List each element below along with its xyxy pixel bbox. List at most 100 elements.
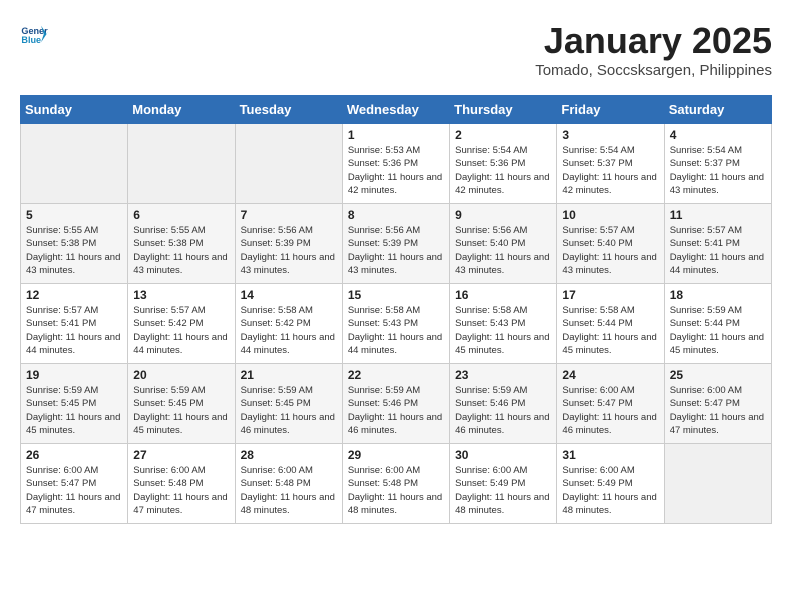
day-of-week-header: Tuesday <box>235 96 342 124</box>
day-of-week-header: Sunday <box>21 96 128 124</box>
cell-info: Sunrise: 6:00 AM Sunset: 5:48 PM Dayligh… <box>133 464 229 517</box>
day-number: 27 <box>133 448 229 462</box>
day-number: 18 <box>670 288 766 302</box>
day-number: 24 <box>562 368 658 382</box>
day-number: 13 <box>133 288 229 302</box>
page-header: General Blue January 2025 Tomado, Soccsk… <box>20 20 772 79</box>
calendar-cell: 14 Sunrise: 5:58 AM Sunset: 5:42 PM Dayli… <box>235 284 342 364</box>
cell-info: Sunrise: 5:59 AM Sunset: 5:45 PM Dayligh… <box>133 384 229 437</box>
cell-info: Sunrise: 5:56 AM Sunset: 5:39 PM Dayligh… <box>348 224 444 277</box>
calendar-cell: 9 Sunrise: 5:56 AM Sunset: 5:40 PM Daylig… <box>450 204 557 284</box>
cell-info: Sunrise: 5:58 AM Sunset: 5:44 PM Dayligh… <box>562 304 658 357</box>
calendar-cell: 27 Sunrise: 6:00 AM Sunset: 5:48 PM Dayli… <box>128 444 235 524</box>
calendar-cell: 29Sunrise: 6:00 AM Sunset: 5:48 PM Dayli… <box>342 444 449 524</box>
cell-info: Sunrise: 6:00 AM Sunset: 5:47 PM Dayligh… <box>26 464 122 517</box>
calendar-cell: 25 Sunrise: 6:00 AM Sunset: 5:47 PM Dayli… <box>664 364 771 444</box>
cell-info: Sunrise: 6:00 AM Sunset: 5:48 PM Dayligh… <box>241 464 337 517</box>
day-number: 22 <box>348 368 444 382</box>
day-of-week-header: Monday <box>128 96 235 124</box>
calendar-cell: 31 Sunrise: 6:00 AM Sunset: 5:49 PM Dayli… <box>557 444 664 524</box>
calendar-cell: 2 Sunrise: 5:54 AM Sunset: 5:36 PM Daylig… <box>450 124 557 204</box>
cell-info: Sunrise: 5:54 AM Sunset: 5:37 PM Dayligh… <box>670 144 766 197</box>
day-number: 25 <box>670 368 766 382</box>
calendar-cell: 8Sunrise: 5:56 AM Sunset: 5:39 PM Daylig… <box>342 204 449 284</box>
svg-text:Blue: Blue <box>21 35 41 45</box>
calendar-cell: 5Sunrise: 5:55 AM Sunset: 5:38 PM Daylig… <box>21 204 128 284</box>
calendar-cell: 7 Sunrise: 5:56 AM Sunset: 5:39 PM Daylig… <box>235 204 342 284</box>
location: Tomado, Soccsksargen, Philippines <box>535 62 772 79</box>
calendar-cell: 13 Sunrise: 5:57 AM Sunset: 5:42 PM Dayli… <box>128 284 235 364</box>
cell-info: Sunrise: 6:00 AM Sunset: 5:49 PM Dayligh… <box>562 464 658 517</box>
cell-info: Sunrise: 5:57 AM Sunset: 5:41 PM Dayligh… <box>26 304 122 357</box>
calendar-cell: 4Sunrise: 5:54 AM Sunset: 5:37 PM Daylig… <box>664 124 771 204</box>
day-number: 10 <box>562 208 658 222</box>
calendar-cell <box>664 444 771 524</box>
day-of-week-header: Friday <box>557 96 664 124</box>
calendar-cell: 22 Sunrise: 5:59 AM Sunset: 5:46 PM Dayli… <box>342 364 449 444</box>
calendar-cell: 12 Sunrise: 5:57 AM Sunset: 5:41 PM Dayli… <box>21 284 128 364</box>
cell-info: Sunrise: 5:59 AM Sunset: 5:44 PM Dayligh… <box>670 304 766 357</box>
calendar-cell: 6 Sunrise: 5:55 AM Sunset: 5:38 PM Daylig… <box>128 204 235 284</box>
day-number: 28 <box>241 448 337 462</box>
logo: General Blue <box>20 20 48 48</box>
day-number: 5 <box>26 208 122 222</box>
day-of-week-header: Wednesday <box>342 96 449 124</box>
day-number: 9 <box>455 208 551 222</box>
cell-info: Sunrise: 6:00 AM Sunset: 5:48 PM Dayligh… <box>348 464 444 517</box>
cell-info: Sunrise: 5:57 AM Sunset: 5:40 PM Dayligh… <box>562 224 658 277</box>
day-of-week-header: Saturday <box>664 96 771 124</box>
calendar-cell: 20 Sunrise: 5:59 AM Sunset: 5:45 PM Dayli… <box>128 364 235 444</box>
day-number: 7 <box>241 208 337 222</box>
cell-info: Sunrise: 5:54 AM Sunset: 5:36 PM Dayligh… <box>455 144 551 197</box>
day-number: 2 <box>455 128 551 142</box>
month-title: January 2025 <box>535 20 772 62</box>
calendar-cell: 30 Sunrise: 6:00 AM Sunset: 5:49 PM Dayli… <box>450 444 557 524</box>
day-number: 12 <box>26 288 122 302</box>
day-number: 20 <box>133 368 229 382</box>
day-number: 15 <box>348 288 444 302</box>
day-number: 14 <box>241 288 337 302</box>
cell-info: Sunrise: 5:58 AM Sunset: 5:42 PM Dayligh… <box>241 304 337 357</box>
day-number: 26 <box>26 448 122 462</box>
day-number: 30 <box>455 448 551 462</box>
day-number: 23 <box>455 368 551 382</box>
cell-info: Sunrise: 6:00 AM Sunset: 5:49 PM Dayligh… <box>455 464 551 517</box>
cell-info: Sunrise: 6:00 AM Sunset: 5:47 PM Dayligh… <box>670 384 766 437</box>
calendar-cell <box>235 124 342 204</box>
calendar-cell: 11Sunrise: 5:57 AM Sunset: 5:41 PM Dayli… <box>664 204 771 284</box>
day-number: 21 <box>241 368 337 382</box>
calendar-cell: 28 Sunrise: 6:00 AM Sunset: 5:48 PM Dayli… <box>235 444 342 524</box>
cell-info: Sunrise: 5:56 AM Sunset: 5:39 PM Dayligh… <box>241 224 337 277</box>
calendar-cell <box>21 124 128 204</box>
calendar-cell: 1 Sunrise: 5:53 AM Sunset: 5:36 PM Daylig… <box>342 124 449 204</box>
day-number: 19 <box>26 368 122 382</box>
cell-info: Sunrise: 5:55 AM Sunset: 5:38 PM Dayligh… <box>133 224 229 277</box>
cell-info: Sunrise: 5:59 AM Sunset: 5:46 PM Dayligh… <box>455 384 551 437</box>
cell-info: Sunrise: 5:57 AM Sunset: 5:41 PM Dayligh… <box>670 224 766 277</box>
cell-info: Sunrise: 5:58 AM Sunset: 5:43 PM Dayligh… <box>455 304 551 357</box>
day-number: 6 <box>133 208 229 222</box>
cell-info: Sunrise: 5:59 AM Sunset: 5:45 PM Dayligh… <box>26 384 122 437</box>
calendar-cell: 3Sunrise: 5:54 AM Sunset: 5:37 PM Daylig… <box>557 124 664 204</box>
calendar-cell <box>128 124 235 204</box>
calendar-week-row: 19 Sunrise: 5:59 AM Sunset: 5:45 PM Dayli… <box>21 364 772 444</box>
day-number: 31 <box>562 448 658 462</box>
cell-info: Sunrise: 5:59 AM Sunset: 5:46 PM Dayligh… <box>348 384 444 437</box>
calendar-week-row: 5 Sunrise: 5:55 AM Sunset: 5:38 PM Daylig… <box>21 204 772 284</box>
title-block: January 2025 Tomado, Soccsksargen, Phili… <box>535 20 772 79</box>
calendar-cell: 26 Sunrise: 6:00 AM Sunset: 5:47 PM Dayli… <box>21 444 128 524</box>
calendar-cell: 18 Sunrise: 5:59 AM Sunset: 5:44 PM Dayli… <box>664 284 771 364</box>
cell-info: Sunrise: 5:57 AM Sunset: 5:42 PM Dayligh… <box>133 304 229 357</box>
calendar-cell: 21Sunrise: 5:59 AM Sunset: 5:45 PM Dayli… <box>235 364 342 444</box>
cell-info: Sunrise: 5:53 AM Sunset: 5:36 PM Dayligh… <box>348 144 444 197</box>
calendar-table: SundayMondayTuesdayWednesdayThursdayFrid… <box>20 95 772 524</box>
day-number: 1 <box>348 128 444 142</box>
calendar-week-row: 1 Sunrise: 5:53 AM Sunset: 5:36 PM Daylig… <box>21 124 772 204</box>
cell-info: Sunrise: 5:56 AM Sunset: 5:40 PM Dayligh… <box>455 224 551 277</box>
calendar-week-row: 26 Sunrise: 6:00 AM Sunset: 5:47 PM Dayli… <box>21 444 772 524</box>
day-number: 3 <box>562 128 658 142</box>
calendar-cell: 23 Sunrise: 5:59 AM Sunset: 5:46 PM Dayli… <box>450 364 557 444</box>
calendar-cell: 16Sunrise: 5:58 AM Sunset: 5:43 PM Dayli… <box>450 284 557 364</box>
day-number: 17 <box>562 288 658 302</box>
logo-icon: General Blue <box>20 20 48 48</box>
